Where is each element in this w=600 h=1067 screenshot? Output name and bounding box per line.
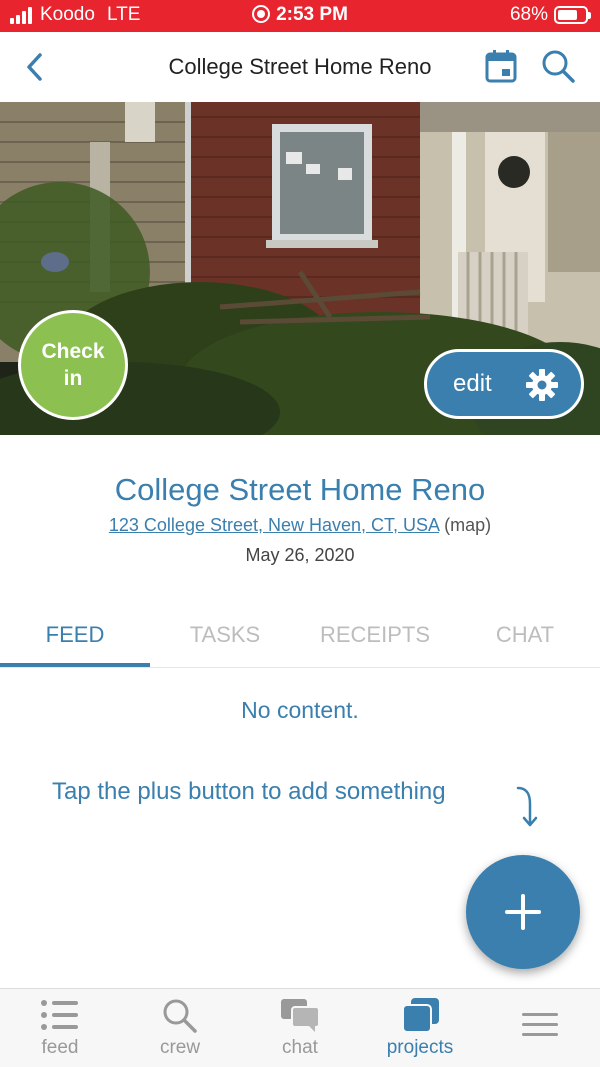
map-link[interactable]: (map) (444, 515, 491, 535)
screen-record-icon (252, 5, 271, 23)
add-button[interactable] (466, 855, 580, 969)
tab-tasks[interactable]: TASKS (150, 622, 300, 648)
nav-chat[interactable]: chat (240, 997, 360, 1059)
stacked-squares-icon (402, 998, 439, 1033)
search-button[interactable] (540, 48, 576, 84)
project-photo: Check in edit (0, 102, 600, 435)
tab-feed[interactable]: FEED (0, 622, 150, 648)
check-in-label-line2: in (63, 367, 83, 390)
address-row: 123 College Street, New Haven, CT, USA (… (0, 515, 600, 536)
curved-arrow-down-icon (516, 786, 538, 827)
status-bar: Koodo LTE 2:53 PM 68% (0, 0, 600, 32)
nav-projects-label: projects (386, 1037, 454, 1058)
calendar-icon (485, 50, 517, 83)
edit-button[interactable]: edit (424, 349, 584, 419)
check-in-button[interactable]: Check in (18, 310, 128, 420)
battery-icon (554, 6, 591, 24)
nav-menu[interactable] (480, 997, 600, 1045)
nav-crew[interactable]: crew (120, 997, 240, 1059)
tab-chat[interactable]: CHAT (450, 622, 600, 648)
time-label: 2:53 PM (276, 4, 348, 25)
nav-crew-label: crew (159, 1037, 201, 1058)
list-icon (41, 1000, 78, 1030)
project-title: College Street Home Reno (114, 472, 486, 507)
add-hint-text: Tap the plus button to add something (52, 778, 446, 805)
project-date: May 26, 2020 (245, 545, 355, 565)
plus-icon (505, 894, 541, 930)
search-icon (163, 999, 197, 1033)
gear-icon (526, 369, 558, 401)
active-tab-indicator (0, 663, 150, 667)
nav-feed-label: feed (41, 1037, 79, 1058)
address-link[interactable]: 123 College Street, New Haven, CT, USA (109, 515, 439, 535)
chat-bubbles-icon (281, 999, 320, 1032)
tab-bar: FEED TASKS RECEIPTS CHAT (0, 610, 600, 668)
tab-receipts[interactable]: RECEIPTS (300, 622, 450, 648)
hamburger-menu-icon (522, 1013, 558, 1036)
empty-feed-message: No content. (241, 697, 359, 723)
nav-bar: College Street Home Reno (0, 32, 600, 102)
search-icon (542, 50, 575, 83)
nav-feed[interactable]: feed (0, 997, 120, 1059)
bottom-nav: feed crew chat projects (0, 988, 600, 1067)
calendar-button[interactable] (484, 48, 518, 84)
nav-projects[interactable]: projects (360, 997, 480, 1059)
check-in-label-line1: Check (41, 340, 105, 363)
battery-percent: 68% (509, 4, 548, 25)
nav-chat-label: chat (282, 1037, 318, 1058)
edit-label: edit (453, 370, 492, 397)
status-right: 68% (509, 4, 591, 26)
